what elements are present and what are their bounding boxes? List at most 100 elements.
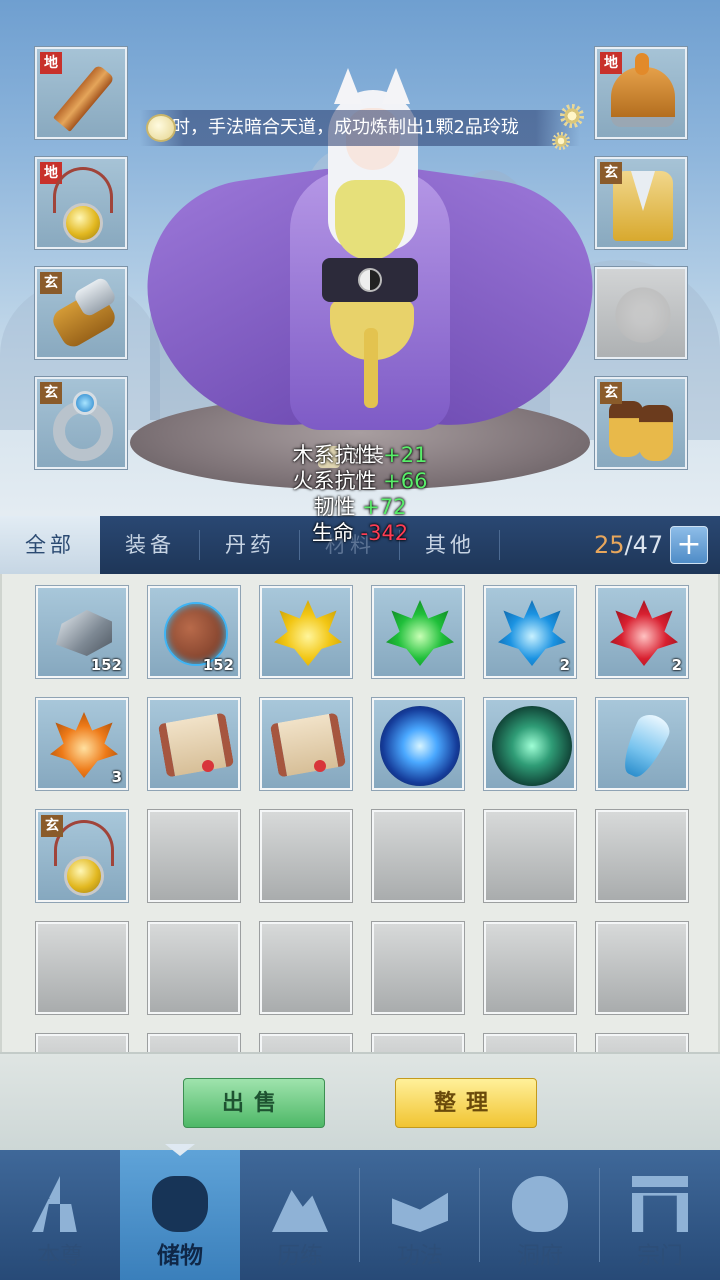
broadcast-ticker: 时，手法暗合天道，成功炼制出1颗2品玲珑 bbox=[140, 110, 580, 146]
expand-bag-button[interactable]: + bbox=[670, 526, 708, 564]
nav-label: 宗门 bbox=[637, 1243, 683, 1269]
scroll-tassel bbox=[202, 760, 214, 772]
inventory-slot[interactable] bbox=[259, 585, 353, 679]
inventory-slot[interactable] bbox=[595, 697, 689, 791]
stat-name: 木系抗性 bbox=[292, 443, 377, 467]
nav-item-skills[interactable]: 功法 bbox=[360, 1150, 480, 1280]
grade-badge: 地 bbox=[40, 52, 62, 74]
nav-item-self[interactable]: 本尊 bbox=[0, 1150, 120, 1280]
inventory-slot[interactable] bbox=[259, 697, 353, 791]
equip-slot-armor[interactable]: 玄 bbox=[594, 156, 688, 250]
bodice bbox=[335, 180, 405, 260]
inventory-slot-empty[interactable] bbox=[371, 809, 465, 903]
stat-row: 韧性 +72 bbox=[280, 494, 440, 520]
inventory-slot[interactable] bbox=[483, 697, 577, 791]
green-eye-orb-icon bbox=[492, 706, 572, 786]
stat-value: -342 bbox=[360, 521, 409, 545]
inventory-slot[interactable]: 152 bbox=[147, 585, 241, 679]
gate-icon bbox=[632, 1176, 688, 1232]
grade-badge: 玄 bbox=[40, 382, 62, 404]
boots-icon bbox=[609, 401, 643, 457]
mask-icon bbox=[512, 1176, 568, 1232]
inventory-slot-empty[interactable] bbox=[147, 1033, 241, 1052]
inventory-slot-empty[interactable] bbox=[595, 921, 689, 1015]
stat-value: +21 bbox=[383, 443, 428, 467]
capacity-current: 25 bbox=[594, 531, 625, 559]
grade-badge: 地 bbox=[600, 52, 622, 74]
bottom-navigation: 本尊 储物 历练 功法 洞府 宗门 bbox=[0, 1150, 720, 1280]
ticker-message: 时，手法暗合天道，成功炼制出1颗2品玲珑 bbox=[172, 117, 519, 138]
green-lotus-icon bbox=[386, 600, 454, 666]
bag-capacity: 25/47 bbox=[594, 516, 663, 574]
inventory-slot-empty[interactable] bbox=[595, 809, 689, 903]
empty-emblem-icon bbox=[611, 283, 675, 347]
inventory-slot[interactable]: 2 bbox=[483, 585, 577, 679]
stat-name: 生命 bbox=[311, 521, 354, 545]
inventory-slot-empty[interactable] bbox=[483, 809, 577, 903]
stat-row: 木系抗性 +21 bbox=[280, 442, 440, 468]
inventory-slot[interactable]: 2 bbox=[595, 585, 689, 679]
mountain-icon bbox=[272, 1190, 328, 1232]
red-lotus-icon bbox=[610, 600, 678, 666]
scroll-tassel bbox=[314, 760, 326, 772]
sword-icon bbox=[53, 64, 115, 132]
nav-item-cave[interactable]: 洞府 bbox=[480, 1150, 600, 1280]
equip-slot-weapon[interactable]: 地 bbox=[34, 46, 128, 140]
inventory-slot-empty[interactable] bbox=[483, 921, 577, 1015]
inventory-slot-empty[interactable] bbox=[371, 921, 465, 1015]
equip-slot-helmet[interactable]: 地 bbox=[594, 46, 688, 140]
nav-item-storage[interactable]: 储物 bbox=[120, 1150, 240, 1280]
grade-badge: 玄 bbox=[600, 162, 622, 184]
inventory-slot[interactable] bbox=[371, 697, 465, 791]
inventory-slot[interactable]: 152 bbox=[35, 585, 129, 679]
inventory-slot-empty[interactable] bbox=[483, 1033, 577, 1052]
nav-item-adventure[interactable]: 历练 bbox=[240, 1150, 360, 1280]
nav-label: 功法 bbox=[397, 1243, 443, 1269]
bag-icon bbox=[152, 1176, 208, 1232]
equip-slot-bracer[interactable]: 玄 bbox=[34, 266, 128, 360]
equip-slot-boots[interactable]: 玄 bbox=[594, 376, 688, 470]
orange-lotus-icon bbox=[50, 712, 118, 778]
inventory-slot-empty[interactable] bbox=[595, 1033, 689, 1052]
nav-label: 历练 bbox=[277, 1243, 323, 1269]
inventory-slot[interactable]: 3 bbox=[35, 697, 129, 791]
flower-ornament-icon bbox=[552, 132, 570, 150]
inventory-action-bar: 出售 整理 bbox=[0, 1052, 720, 1150]
sort-button[interactable]: 整理 bbox=[395, 1078, 537, 1128]
inventory-slot-empty[interactable] bbox=[259, 921, 353, 1015]
inventory-slot-empty[interactable] bbox=[371, 1033, 465, 1052]
nav-item-sect[interactable]: 宗门 bbox=[600, 1150, 720, 1280]
character-panel: 地 地 玄 玄 地 玄 玄 时，手法暗合天道，成功炼制出1颗2品玲珑 时装 bbox=[0, 0, 720, 516]
flower-ornament-icon bbox=[560, 104, 584, 128]
inventory-slot-empty[interactable] bbox=[147, 921, 241, 1015]
equip-slot-empty[interactable] bbox=[594, 266, 688, 360]
blue-lotus-icon bbox=[498, 600, 566, 666]
iron-ingot-icon bbox=[56, 610, 112, 656]
inventory-grid: 152 152 2 2 3 玄 bbox=[0, 574, 720, 1052]
inventory-slot[interactable] bbox=[371, 585, 465, 679]
inventory-slot-empty[interactable] bbox=[259, 809, 353, 903]
item-count: 2 bbox=[559, 656, 570, 674]
inventory-slot-empty[interactable] bbox=[35, 921, 129, 1015]
ring-gem bbox=[73, 391, 97, 415]
coin-icon bbox=[146, 114, 176, 142]
inventory-slot[interactable] bbox=[147, 697, 241, 791]
grade-badge: 玄 bbox=[600, 382, 622, 404]
grade-badge: 玄 bbox=[41, 815, 63, 837]
inventory-slot-empty[interactable] bbox=[259, 1033, 353, 1052]
amulet-icon bbox=[64, 856, 104, 896]
equip-slot-necklace[interactable]: 地 bbox=[34, 156, 128, 250]
inventory-slot[interactable]: 玄 bbox=[35, 809, 129, 903]
amulet-icon bbox=[63, 203, 103, 243]
inventory-slot-empty[interactable] bbox=[147, 809, 241, 903]
sell-button[interactable]: 出售 bbox=[183, 1078, 325, 1128]
nav-label: 储物 bbox=[157, 1243, 203, 1269]
inventory-slot-empty[interactable] bbox=[35, 1033, 129, 1052]
nav-label: 洞府 bbox=[517, 1243, 563, 1269]
tab-equipment[interactable]: 装备 bbox=[100, 516, 200, 574]
fox-ear bbox=[382, 68, 410, 104]
stat-change-popup: 木系抗性 +21 火系抗性 +66 韧性 +72 生命 -342 bbox=[280, 442, 440, 546]
grade-badge: 玄 bbox=[40, 272, 62, 294]
equip-slot-ring[interactable]: 玄 bbox=[34, 376, 128, 470]
tab-all[interactable]: 全部 bbox=[0, 516, 100, 574]
